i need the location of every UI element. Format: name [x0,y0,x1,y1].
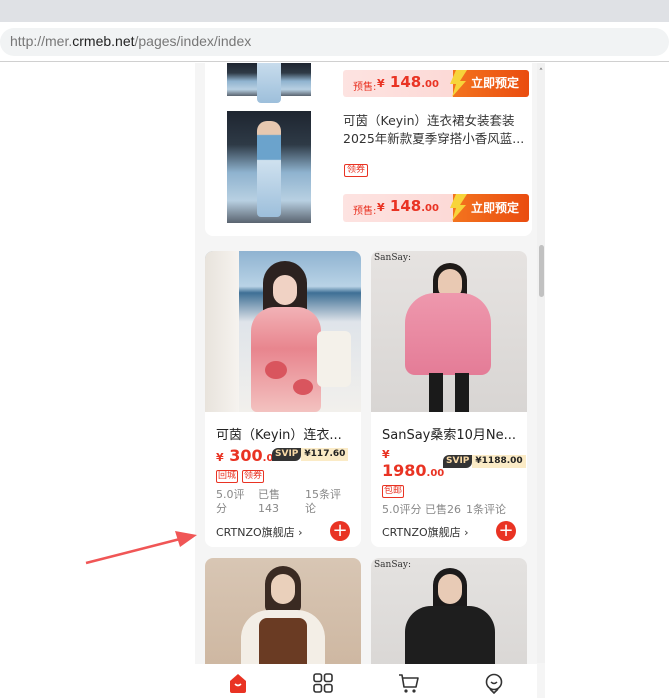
chevron-right-icon: › [298,526,303,539]
product-tag: 回城 [216,470,239,483]
product-image[interactable]: SanSay: [371,251,527,412]
presale-label: 预售: [353,206,377,217]
presale-price: ¥ 148.00 [377,197,439,215]
product-card[interactable]: 可茵（Keyin）连衣... ¥ 300.00 SVIP¥117.60 回城 领… [205,251,361,547]
profile-icon[interactable] [483,672,505,694]
product-image[interactable] [205,251,361,412]
rating-stat: 5.0评分 [382,503,422,516]
presale-bar: 预售: ¥ 148.00 立即预定 [343,70,529,97]
url-field[interactable]: http://mer.crmeb.net/pages/index/index [0,28,669,56]
product-title[interactable]: 可茵（Keyin）连衣裙女装套装2025年新款夏季穿搭小香风蓝... [343,112,533,148]
product-price: ¥1980.00 [382,448,445,480]
product-tag: 包邮 [382,485,405,498]
add-icon[interactable]: + [330,521,350,541]
address-bar[interactable]: http://mer.crmeb.net/pages/index/index [0,22,669,62]
annotation-arrow-icon [85,531,197,565]
product-title[interactable]: SanSay桑索10月Ne... [382,424,522,443]
add-icon[interactable]: + [496,521,516,541]
review-stat: 1条评论 [466,503,506,516]
category-icon[interactable] [312,672,334,694]
presale-list: 预售: ¥ 148.00 立即预定 可茵（Keyin）连衣裙女装套装2025年新… [205,63,532,236]
home-icon[interactable] [227,672,249,694]
presale-price: ¥ 148.00 [377,73,439,91]
presale-bar: 预售: ¥ 148.00 立即预定 [343,194,529,222]
rating-stat: 5.0评分 [216,488,245,515]
product-tag: 领券 [242,470,265,483]
scrollbar-thumb[interactable] [539,245,544,297]
store-link[interactable]: CRTNZO旗舰店 › [382,524,469,540]
product-price: ¥ 300.00 [216,446,280,465]
lightning-icon [450,70,467,97]
sold-stat: 已售26 [425,503,461,516]
page-viewport: 预售: ¥ 148.00 立即预定 可茵（Keyin）连衣裙女装套装2025年新… [195,63,545,698]
coupon-tag: 领券 [344,164,369,177]
scroll-up-icon[interactable]: ˄ [537,68,545,78]
reserve-button[interactable]: 立即预定 [450,194,529,222]
lightning-icon [450,194,467,221]
product-card[interactable]: SanSay: SanSay桑索10月Ne... ¥1980.00 SVIP ¥1… [371,251,527,547]
sold-stat: 已售 143 [258,488,280,515]
product-image[interactable] [227,111,311,223]
store-link[interactable]: CRTNZO旗舰店 › [216,524,303,540]
browser-tab-strip [0,0,669,22]
product-image[interactable] [227,63,311,103]
review-stat: 15条评论 [305,488,341,515]
scrollbar-track[interactable] [537,63,545,663]
url-text: http://mer.crmeb.net/pages/index/index [10,33,252,49]
chevron-right-icon: › [464,526,469,539]
bottom-tab-bar [195,664,537,698]
reserve-button[interactable]: 立即预定 [450,70,529,97]
cart-icon[interactable] [398,672,420,694]
brand-mark: SanSay: [374,560,411,570]
presale-label: 预售: [353,82,377,93]
product-title[interactable]: 可茵（Keyin）连衣... [216,424,356,443]
svip-price: SVIP ¥117.60 [272,448,349,461]
svip-price: SVIP ¥1188.00 [443,455,526,468]
brand-mark: SanSay: [374,253,411,263]
